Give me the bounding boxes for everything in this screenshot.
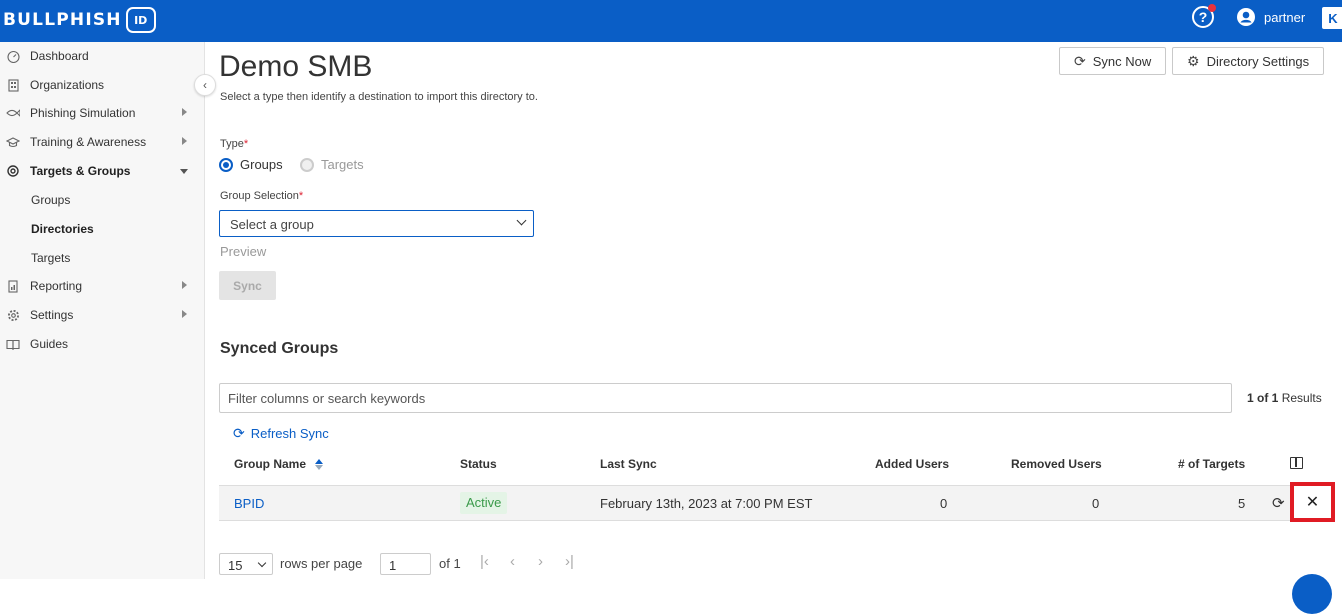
group-select[interactable]: Select a group xyxy=(219,210,534,237)
radio-label: Targets xyxy=(321,157,364,172)
speedometer-icon xyxy=(6,49,20,63)
remove-group-button[interactable]: ✕ xyxy=(1290,482,1335,522)
sidebar-subitem-groups[interactable]: Groups xyxy=(31,193,70,207)
required-marker: * xyxy=(243,138,249,150)
type-label: Type* xyxy=(220,138,249,150)
page-number-input[interactable]: 1 xyxy=(380,553,431,575)
directory-settings-button[interactable]: ⚙ Directory Settings xyxy=(1172,47,1325,75)
refresh-sync-link[interactable]: ⟳ Refresh Sync xyxy=(233,425,329,442)
fish-icon xyxy=(6,106,20,120)
sync-now-label: Sync Now xyxy=(1092,53,1152,69)
filter-input[interactable]: Filter columns or search keywords xyxy=(219,383,1232,413)
page-count-label: of 1 xyxy=(439,556,461,571)
sidebar-item-training-awareness[interactable]: Training & Awareness xyxy=(0,128,205,156)
radio-unselected xyxy=(300,157,314,172)
column-header-status[interactable]: Status xyxy=(460,457,497,471)
page-subtitle: Select a type then identify a destinatio… xyxy=(220,91,538,103)
user-icon[interactable] xyxy=(1236,7,1256,27)
column-header-added-users[interactable]: Added Users xyxy=(875,457,949,471)
user-menu-label[interactable]: partner xyxy=(1264,10,1305,25)
sync-button[interactable]: Sync xyxy=(219,271,276,300)
group-name-link[interactable]: BPID xyxy=(234,496,264,511)
radio-label: Groups xyxy=(240,157,283,172)
sidebar-item-guides[interactable]: Guides xyxy=(0,330,205,358)
targets-count-cell: 5 xyxy=(1238,496,1246,511)
sidebar-item-settings[interactable]: Settings xyxy=(0,301,205,329)
next-page-icon[interactable]: › xyxy=(538,553,543,570)
sync-icon: ⟳ xyxy=(1074,52,1086,69)
gear-icon xyxy=(6,308,20,322)
row-refresh-icon[interactable]: ⟳ xyxy=(1272,494,1285,512)
page-title: Demo SMB xyxy=(219,50,373,83)
sidebar-collapse-button[interactable]: ‹ xyxy=(194,74,216,96)
sidebar-item-label: Phishing Simulation xyxy=(30,106,136,120)
sidebar-item-targets-groups[interactable]: Targets & Groups xyxy=(0,157,205,185)
preview-label: Preview xyxy=(220,244,267,259)
sidebar-item-phishing-simulation[interactable]: Phishing Simulation xyxy=(0,99,205,127)
bullphish-logo[interactable]: BULLPHISH ID xyxy=(3,7,156,33)
sidebar-item-reporting[interactable]: Reporting xyxy=(0,272,205,300)
sidebar-subitem-targets[interactable]: Targets xyxy=(31,251,70,265)
directory-settings-label: Directory Settings xyxy=(1206,53,1310,69)
sidebar-item-label: Training & Awareness xyxy=(30,135,147,149)
sidebar-item-label: Targets & Groups xyxy=(30,164,131,178)
chevron-right-icon xyxy=(182,281,187,289)
radio-selected xyxy=(219,157,233,172)
column-header-last-sync[interactable]: Last Sync xyxy=(600,457,657,471)
chevron-down-icon xyxy=(516,215,527,226)
sync-now-button[interactable]: ⟳ Sync Now xyxy=(1059,47,1167,75)
refresh-icon: ⟳ xyxy=(233,425,245,441)
sidebar-item-label: Reporting xyxy=(30,279,83,293)
sidebar-subitem-directories[interactable]: Directories xyxy=(31,222,94,236)
sort-icon xyxy=(315,459,324,471)
column-header-removed-users[interactable]: Removed Users xyxy=(1011,457,1102,471)
notification-dot xyxy=(1208,4,1216,12)
results-count: 1 of 1 Results xyxy=(1247,391,1322,405)
columns-icon[interactable] xyxy=(1290,457,1303,469)
top-bar: BULLPHISH ID ? partner K xyxy=(0,0,1342,42)
sidebar-item-label: Dashboard xyxy=(30,49,89,63)
first-page-icon[interactable]: |‹ xyxy=(480,553,489,570)
column-header-group-name[interactable]: Group Name xyxy=(234,457,324,471)
status-badge: Active xyxy=(460,492,508,514)
required-marker: * xyxy=(298,190,304,202)
sidebar-item-label: Organizations xyxy=(30,78,105,92)
synced-groups-title: Synced Groups xyxy=(220,340,339,357)
close-icon: ✕ xyxy=(1305,494,1320,511)
group-select-placeholder: Select a group xyxy=(230,217,314,232)
sidebar-item-dashboard[interactable]: Dashboard xyxy=(0,42,205,70)
chevron-down-icon xyxy=(180,169,188,174)
chevron-right-icon xyxy=(182,310,187,318)
partner-logo-icon[interactable]: K xyxy=(1322,7,1342,29)
rows-per-page-label: rows per page xyxy=(280,556,363,571)
sidebar-item-label: Guides xyxy=(30,337,69,351)
last-sync-cell: February 13th, 2023 at 7:00 PM EST xyxy=(600,496,813,511)
logo-text: BULLPHISH xyxy=(3,10,122,30)
report-icon xyxy=(6,279,20,293)
sidebar-item-organizations[interactable]: Organizations xyxy=(0,71,205,99)
group-selection-label: Group Selection* xyxy=(220,190,304,202)
book-icon xyxy=(6,337,20,351)
gear-icon: ⚙ xyxy=(1187,52,1200,69)
removed-users-cell: 0 xyxy=(1092,496,1100,511)
added-users-cell: 0 xyxy=(940,496,948,511)
sidebar-item-label: Settings xyxy=(30,308,74,322)
previous-page-icon[interactable]: ‹ xyxy=(510,553,515,570)
chevron-right-icon xyxy=(182,137,187,145)
rows-per-page-select[interactable]: 15 xyxy=(219,553,273,575)
refresh-sync-label: Refresh Sync xyxy=(250,426,329,441)
graduation-cap-icon xyxy=(6,135,20,149)
chat-fab-button[interactable] xyxy=(1292,574,1332,614)
target-icon xyxy=(6,164,20,178)
sidebar: Dashboard Organizations Phishing Simulat… xyxy=(0,42,205,579)
logo-badge: ID xyxy=(125,7,156,33)
type-radio-groups[interactable]: Groups xyxy=(219,157,283,172)
chevron-down-icon xyxy=(257,558,267,568)
last-page-icon[interactable]: ›| xyxy=(565,553,574,570)
chevron-right-icon xyxy=(182,108,187,116)
column-header-targets[interactable]: # of Targets xyxy=(1178,457,1245,471)
type-radio-targets[interactable]: Targets xyxy=(300,157,364,172)
building-icon xyxy=(6,78,20,92)
